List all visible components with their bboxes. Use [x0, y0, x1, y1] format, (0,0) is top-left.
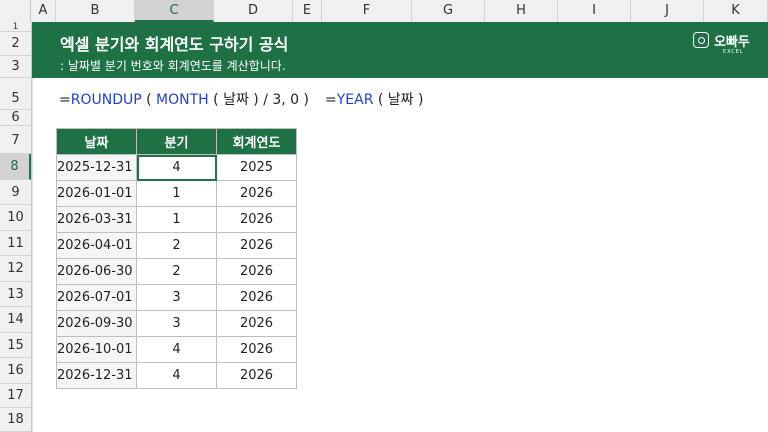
quarter-cell[interactable]: 3: [136, 284, 217, 311]
fiscal-year-cell[interactable]: 2026: [216, 206, 297, 233]
table-row: 2026-09-30 3 2026: [56, 310, 297, 337]
row-header-11[interactable]: 11: [0, 231, 31, 256]
formula-text[interactable]: =ROUNDUP ( MONTH ( 날짜 ) / 3, 0 ) =YEAR ( …: [59, 89, 423, 109]
quarter-cell[interactable]: 3: [136, 310, 217, 337]
header-quarter[interactable]: 분기: [136, 128, 217, 155]
row-header-2[interactable]: 2: [0, 32, 31, 56]
formula2-equals: =: [324, 92, 337, 108]
quarter-cell[interactable]: 4: [136, 336, 217, 363]
quarter-cell[interactable]: 1: [136, 180, 217, 207]
column-header-h[interactable]: H: [485, 0, 558, 22]
row-header-9[interactable]: 9: [0, 180, 31, 205]
banner-subtitle: : 날짜별 분기 번호와 회계연도를 계산합니다.: [60, 59, 286, 73]
quarter-cell[interactable]: 4: [136, 362, 217, 389]
row-header-10[interactable]: 10: [0, 205, 31, 231]
logo-icon: [693, 32, 709, 48]
table-row: 2026-06-30 2 2026: [56, 258, 297, 285]
column-header-i[interactable]: I: [558, 0, 631, 22]
date-cell[interactable]: 2026-09-30: [56, 310, 137, 337]
table-row: 2026-10-01 4 2026: [56, 336, 297, 363]
row-header-18[interactable]: 18: [0, 408, 31, 432]
table-row: 2026-07-01 3 2026: [56, 284, 297, 311]
column-header-a[interactable]: A: [31, 0, 56, 22]
table-row: 2026-12-31 4 2026: [56, 362, 297, 389]
logo-text: 오빠두: [714, 35, 750, 50]
row-header-8[interactable]: 8: [0, 154, 31, 180]
formula1-function: ROUNDUP: [70, 92, 142, 108]
column-header-k[interactable]: K: [704, 0, 768, 22]
row-header-16[interactable]: 16: [0, 358, 31, 384]
column-header-d[interactable]: D: [214, 0, 293, 22]
table-row: 2026-04-01 2 2026: [56, 232, 297, 259]
header-fiscal-year[interactable]: 회계연도: [216, 128, 297, 155]
fiscal-year-cell[interactable]: 2026: [216, 336, 297, 363]
formula1-paren: (: [141, 92, 157, 108]
row-header-12[interactable]: 12: [0, 256, 31, 282]
fiscal-year-cell[interactable]: 2026: [216, 310, 297, 337]
column-header-c[interactable]: C: [135, 0, 214, 22]
banner-title: 엑셀 분기와 회계연도 구하기 공식: [60, 35, 289, 54]
quarter-cell[interactable]: 2: [136, 258, 217, 285]
table-row: 2025-12-31 4 2025: [56, 154, 297, 181]
row-header-3[interactable]: 3: [0, 56, 31, 78]
column-header-f[interactable]: F: [322, 0, 412, 22]
formula1-equals: =: [59, 92, 71, 108]
fiscal-year-cell[interactable]: 2026: [216, 180, 297, 207]
header-date[interactable]: 날짜: [56, 128, 137, 155]
row-header-15[interactable]: 15: [0, 333, 31, 358]
row-header-5[interactable]: 5: [0, 88, 31, 110]
quarter-cell[interactable]: 1: [136, 206, 217, 233]
date-cell[interactable]: 2026-06-30: [56, 258, 137, 285]
formula1-args: ( 날짜 ) / 3, 0 ): [208, 92, 309, 108]
column-header-e[interactable]: E: [293, 0, 322, 22]
row-header-14[interactable]: 14: [0, 307, 31, 333]
column-header-bar: A B C D E F G H I J K: [0, 0, 768, 23]
table-row: 2026-03-31 1 2026: [56, 206, 297, 233]
row-header-13[interactable]: 13: [0, 282, 31, 307]
fiscal-year-cell[interactable]: 2026: [216, 232, 297, 259]
quarter-cell-selected[interactable]: 4: [136, 154, 217, 181]
formula1-inner-function: MONTH: [156, 92, 209, 108]
date-cell[interactable]: 2025-12-31: [56, 154, 137, 181]
date-cell[interactable]: 2026-04-01: [56, 232, 137, 259]
row-header-6[interactable]: 6: [0, 110, 31, 126]
quarter-fiscal-year-table: 날짜 분기 회계연도 2025-12-31 4 2025 2026-01-01 …: [56, 128, 297, 389]
fiscal-year-cell[interactable]: 2026: [216, 284, 297, 311]
date-cell[interactable]: 2026-03-31: [56, 206, 137, 233]
logo-subtext: EXCEL: [723, 49, 744, 55]
row-header-1[interactable]: 1: [0, 22, 31, 32]
row-header-7[interactable]: 7: [0, 128, 31, 154]
table-row: 2026-01-01 1 2026: [56, 180, 297, 207]
formula2-args: ( 날짜 ): [373, 92, 424, 108]
row-header-17[interactable]: 17: [0, 384, 31, 408]
date-cell[interactable]: 2026-01-01: [56, 180, 137, 207]
date-cell[interactable]: 2026-10-01: [56, 336, 137, 363]
fiscal-year-cell[interactable]: 2026: [216, 362, 297, 389]
column-header-b[interactable]: B: [56, 0, 135, 22]
table-header-row: 날짜 분기 회계연도: [56, 128, 297, 155]
column-header-g[interactable]: G: [412, 0, 485, 22]
select-all-corner[interactable]: [0, 0, 31, 22]
formula2-function: YEAR: [336, 92, 374, 108]
date-cell[interactable]: 2026-07-01: [56, 284, 137, 311]
column-header-j[interactable]: J: [631, 0, 704, 22]
fiscal-year-cell[interactable]: 2026: [216, 258, 297, 285]
fiscal-year-cell[interactable]: 2025: [216, 154, 297, 181]
quarter-cell[interactable]: 2: [136, 232, 217, 259]
date-cell[interactable]: 2026-12-31: [56, 362, 137, 389]
